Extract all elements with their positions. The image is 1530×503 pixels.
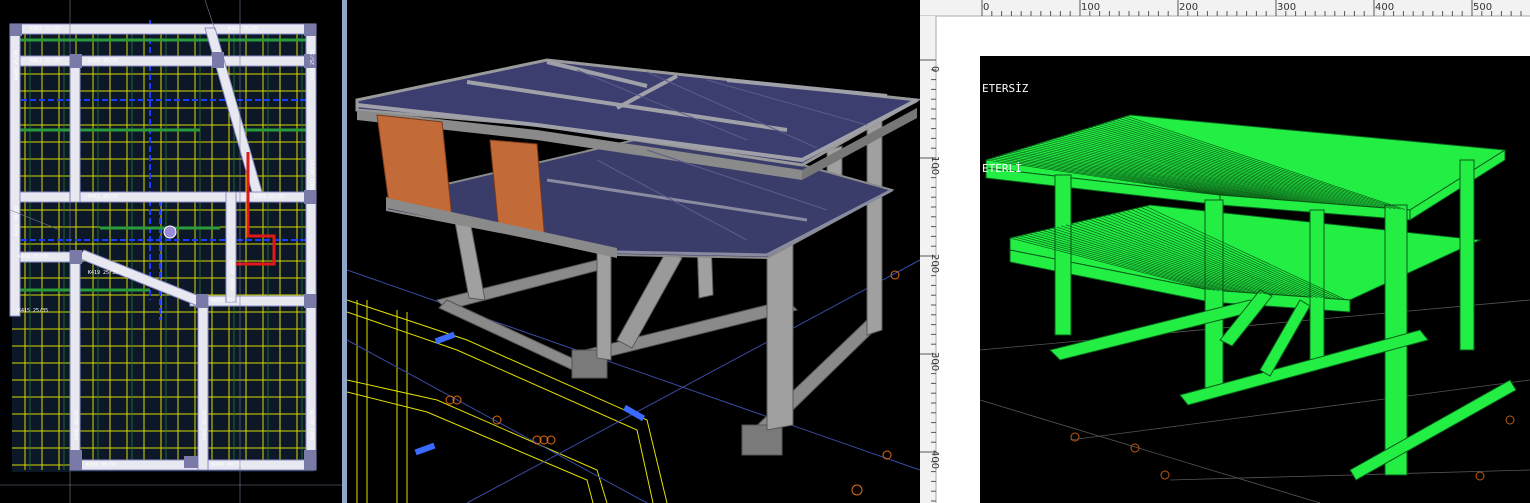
axis-lines-3d: [347, 259, 920, 503]
svg-text:K418 25/35: K418 25/35: [18, 254, 48, 260]
svg-text:K434 40/35: K434 40/35: [212, 462, 242, 468]
svg-text:K410 25/35: K410 25/35: [310, 50, 316, 80]
svg-text:400: 400: [1375, 2, 1394, 13]
floor-plan-viewport[interactable]: K407 25/35 K423 25/35 K417 25/35 K420 25…: [0, 0, 342, 503]
svg-text:300: 300: [1277, 2, 1296, 13]
svg-text:K412 25/35: K412 25/35: [88, 194, 118, 200]
slab-field: [12, 28, 314, 472]
svg-text:K405 40/35: K405 40/35: [202, 410, 208, 440]
3d-model-viewport[interactable]: [347, 0, 920, 503]
print-preview-canvas[interactable]: 0 100 200 300 400 500 0 100 200 300 400: [920, 0, 1530, 503]
svg-text:K407 25/35: K407 25/35: [30, 26, 60, 32]
svg-text:K408 25/35: K408 25/35: [14, 50, 20, 80]
floor-plan-canvas[interactable]: K407 25/35 K423 25/35 K417 25/35 K420 25…: [0, 0, 342, 503]
svg-text:K406 40/35: K406 40/35: [74, 410, 80, 440]
svg-text:P101 25/35: P101 25/35: [254, 194, 284, 200]
svg-text:200: 200: [929, 254, 940, 273]
svg-text:K411 40/35: K411 40/35: [310, 160, 316, 190]
svg-text:300: 300: [929, 352, 940, 371]
svg-text:K423 25/35: K423 25/35: [228, 26, 258, 32]
label-etersiz: ETERSİZ: [982, 82, 1029, 95]
svg-text:K415 25/35: K415 25/35: [18, 308, 48, 314]
svg-text:K434 40/35: K434 40/35: [230, 260, 236, 290]
svg-text:K417 25/35: K417 25/35: [30, 58, 60, 64]
svg-text:100: 100: [929, 156, 940, 175]
svg-text:100: 100: [1081, 2, 1100, 13]
selection-marker[interactable]: [163, 225, 177, 239]
svg-text:K413 40/35: K413 40/35: [310, 410, 316, 440]
svg-text:200: 200: [1179, 2, 1198, 13]
svg-text:400: 400: [929, 450, 940, 469]
svg-text:500: 500: [1473, 2, 1492, 13]
svg-text:0: 0: [929, 66, 940, 72]
svg-text:K421 40/35: K421 40/35: [14, 206, 20, 236]
svg-text:K435 25/35: K435 25/35: [212, 298, 242, 304]
3d-model-canvas[interactable]: [347, 0, 920, 503]
label-eterli: ETERLİ: [982, 162, 1022, 175]
svg-text:K420 25/35: K420 25/35: [88, 58, 118, 64]
print-preview-window[interactable]: 0 100 200 300 400 500 0 100 200 300 400: [920, 0, 1530, 503]
svg-text:K419 25/35: K419 25/35: [88, 270, 118, 276]
svg-text:0: 0: [983, 2, 989, 13]
svg-text:K433 40/35: K433 40/35: [86, 462, 116, 468]
